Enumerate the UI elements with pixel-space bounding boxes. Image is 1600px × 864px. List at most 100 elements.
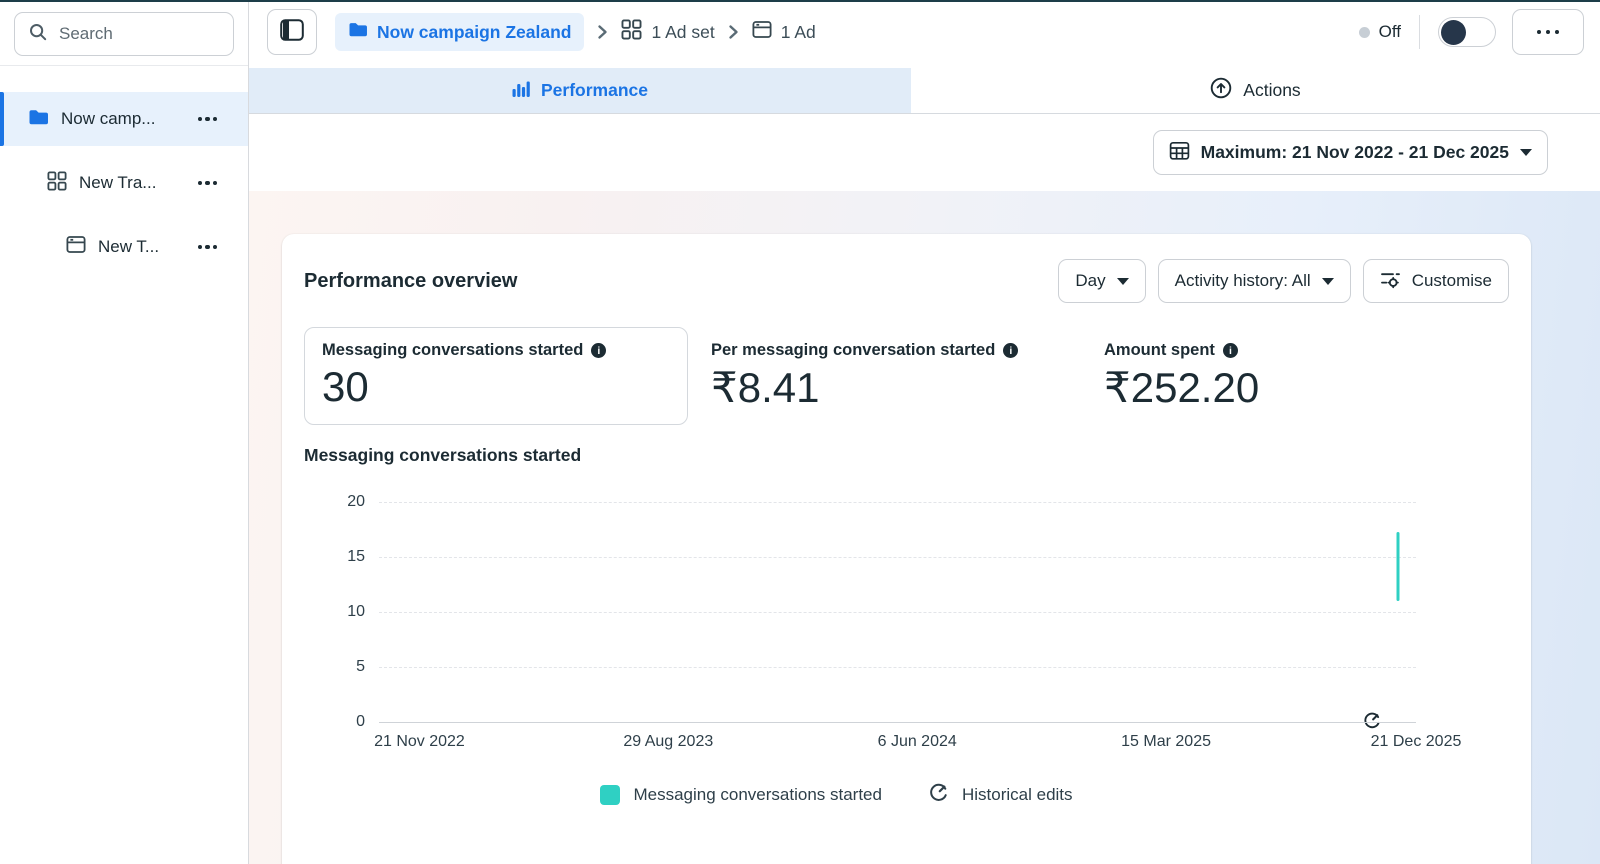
tab-performance[interactable]: Performance [249,68,911,113]
tab-actions-label: Actions [1243,80,1300,101]
activity-history-label: Activity history: All [1175,271,1311,291]
dot [1537,30,1542,35]
x-tick-label: 21 Dec 2025 [1371,733,1462,751]
divider [1419,15,1420,49]
toggle-knob [1441,20,1466,45]
selected-accent-bar [0,92,4,146]
header-row: Now campaign Zealand 1 Ad set [249,2,1600,62]
metric-label-row: Per messaging conversation started i [711,341,1081,360]
gridline [379,502,1416,503]
y-tick-label: 10 [347,603,365,621]
card-title: Performance overview [304,270,517,293]
sidebar-item-campaign[interactable]: Now camp... [0,92,248,146]
customise-button[interactable]: Customise [1363,259,1509,303]
legend-label: Historical edits [962,785,1073,805]
info-icon[interactable]: i [1003,343,1018,358]
chevron-down-icon [1322,278,1334,285]
search-input[interactable]: Search [14,12,234,56]
ad-icon [752,20,772,44]
series-color-swatch [600,785,620,805]
item-options-button[interactable] [198,245,218,250]
more-options-button[interactable] [1512,9,1584,55]
interval-dropdown-label: Day [1075,271,1105,291]
customise-settings-icon [1380,269,1401,294]
chevron-down-icon [1520,149,1532,156]
x-tick-label: 29 Aug 2023 [623,733,713,751]
ad-set-icon [47,171,67,196]
legend-label: Messaging conversations started [633,785,882,805]
breadcrumb-ad[interactable]: 1 Ad [752,20,816,44]
activity-history-dropdown[interactable]: Activity history: All [1158,259,1351,303]
chart-legend: Messaging conversations started Historic… [304,782,1369,808]
tab-row: Performance Actions [249,68,1600,114]
chart-x-axis: 21 Nov 202229 Aug 20236 Jun 202415 Mar 2… [379,722,1416,756]
interval-dropdown[interactable]: Day [1058,259,1145,303]
metric-messaging-conversations[interactable]: Messaging conversations started i 30 [304,327,688,425]
breadcrumb-ad-label: 1 Ad [781,22,816,43]
date-range-label: Maximum: 21 Nov 2022 - 21 Dec 2025 [1201,142,1509,163]
y-tick-label: 0 [356,713,365,731]
metric-per-conversation-cost[interactable]: Per messaging conversation started i ₹8.… [688,327,1081,425]
delivery-status-dot [1359,27,1370,38]
metric-value: ₹8.41 [711,363,1081,412]
metric-label-row: Messaging conversations started i [322,341,670,360]
y-tick-label: 15 [347,548,365,566]
search-placeholder: Search [59,24,113,44]
ad-icon [66,235,86,259]
ad-set-icon [621,19,642,45]
metric-value: ₹252.20 [1104,363,1474,412]
legend-item-historical-edits: Historical edits [928,782,1073,808]
sidebar-item-label: Now camp... [61,109,155,129]
item-options-button[interactable] [198,117,218,122]
series-line-segment [1397,532,1400,601]
card-header: Performance overview Day Activity histor… [304,234,1509,303]
sidebar-nav: Now camp... New Tra... New T... [0,66,248,274]
breadcrumb-campaign[interactable]: Now campaign Zealand [335,13,584,51]
sidebar-item-ad[interactable]: New T... [0,220,248,274]
main-panel: Now campaign Zealand 1 Ad set [249,2,1600,864]
ads-manager-screen: Search Now camp... New Tra... [0,0,1600,864]
date-range-selector[interactable]: Maximum: 21 Nov 2022 - 21 Dec 2025 [1153,130,1548,175]
content-canvas: Performance overview Day Activity histor… [249,191,1600,864]
collapse-sidebar-button[interactable] [267,9,317,55]
chevron-down-icon [1117,278,1129,285]
breadcrumb-ad-set-label: 1 Ad set [651,22,714,43]
tab-actions[interactable]: Actions [911,68,1600,113]
metric-label: Messaging conversations started [322,341,583,360]
metric-label: Per messaging conversation started [711,341,995,360]
info-icon[interactable]: i [591,343,606,358]
sidebar-item-ad-set[interactable]: New Tra... [0,156,248,210]
folder-icon [28,108,49,131]
y-tick-label: 5 [356,658,365,676]
chart-plot [379,502,1416,722]
metrics-row: Messaging conversations started i 30 Per… [304,327,1509,425]
calendar-icon [1169,140,1190,166]
campaign-on-off-toggle[interactable] [1438,17,1496,47]
card-controls: Day Activity history: All [1058,259,1509,303]
sidebar-collapse-icon [280,19,304,46]
breadcrumb-campaign-label: Now campaign Zealand [377,22,571,43]
search-icon [28,22,48,47]
metric-label: Amount spent [1104,341,1215,360]
chart-y-axis: 05101520 [304,502,379,722]
metric-amount-spent[interactable]: Amount spent i ₹252.20 [1081,327,1474,425]
filter-row: Maximum: 21 Nov 2022 - 21 Dec 2025 [249,114,1600,191]
info-icon[interactable]: i [1223,343,1238,358]
sidebar-search-row: Search [0,2,248,66]
metric-label-row: Amount spent i [1104,341,1474,360]
chart: 05101520 21 Nov 202229 Aug 20236 Jun 202… [304,502,1416,756]
metric-value: 30 [322,363,670,411]
bar-chart-icon [512,79,531,103]
performance-overview-card: Performance overview Day Activity histor… [282,234,1531,864]
legend-item-series: Messaging conversations started [600,785,882,805]
x-tick-label: 6 Jun 2024 [878,733,957,751]
chevron-right-icon [728,24,739,40]
dot [1555,30,1560,35]
item-options-button[interactable] [198,181,218,186]
historical-edits-icon [928,782,949,808]
dot [1546,30,1551,35]
sidebar-item-label: New T... [98,237,159,257]
sidebar-item-label: New Tra... [79,173,156,193]
x-tick-label: 15 Mar 2025 [1121,733,1211,751]
breadcrumb-ad-set[interactable]: 1 Ad set [621,19,714,45]
